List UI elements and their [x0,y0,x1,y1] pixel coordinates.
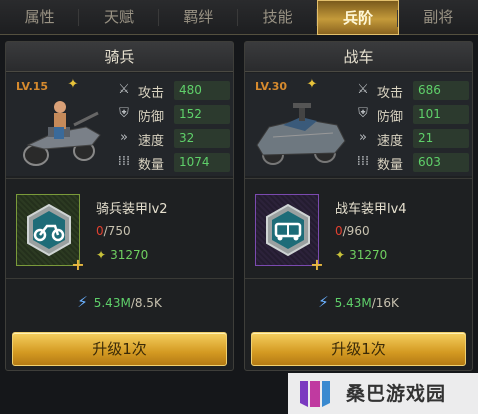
upgrade-button[interactable]: 升级1次 [251,332,466,366]
stats-list: ⚔ 攻击 480 ⛨ 防御 152 » 速度 32 ⁞⁞⁞ 数量 1074 [116,79,230,175]
puzzle-piece-icon: ✦ [335,248,346,262]
add-icon[interactable]: + [71,257,85,273]
speed-icon: » [120,130,128,145]
watermark: 桑巴游戏园 [288,373,478,414]
stat-attack: ⚔ 攻击 686 [355,79,469,103]
armor-slot[interactable]: + [16,194,85,273]
armor-name: 骑兵装甲lv2 [96,202,168,217]
unit-level: LV.15 [16,80,49,93]
tab-skills[interactable]: 技能 [238,0,318,35]
stat-attack: ⚔ 攻击 480 [116,79,230,103]
armor-slot[interactable]: + [255,194,324,273]
divider [6,178,233,179]
unit-level: LV.30 [255,80,288,93]
unit-panel-chariot: 战车 LV.30 ✦ ⚔ 攻击 686 ⛨ 防御 101 » 速度 21 ⁞⁞⁞… [244,41,473,371]
divider [6,278,233,279]
add-icon[interactable]: + [310,257,324,273]
unit-panel-cavalry: 骑兵 LV.15 ✦ ⚔ 攻击 480 ⛨ 防御 152 » 速度 32 ⁞⁞⁞… [5,41,234,371]
tab-bond[interactable]: 羁绊 [159,0,239,35]
armor-cost: ✦ 31270 [96,248,149,262]
stat-label: 数量 [138,158,165,173]
chariot-unit-image [256,103,346,165]
swords-icon: ⚔ [118,82,130,97]
stat-value: 32 [174,129,230,148]
tab-attributes[interactable]: 属性 [0,0,80,35]
stat-label: 攻击 [377,86,404,101]
motorcycle-icon [27,204,71,256]
troops-icon: ⁞⁞⁞ [356,154,370,169]
stats-list: ⚔ 攻击 686 ⛨ 防御 101 » 速度 21 ⁞⁞⁞ 数量 603 [355,79,469,175]
truck-icon [266,204,310,256]
upgrade-button[interactable]: 升级1次 [12,332,227,366]
unit-title: 骑兵 [6,42,233,72]
armor-name: 战车装甲lv4 [335,202,407,217]
divider [245,278,472,279]
watermark-text: 桑巴游戏园 [346,383,447,405]
armor-cost: ✦ 31270 [335,248,388,262]
lightning-icon: ⚡ [318,293,329,311]
stat-count: ⁞⁞⁞ 数量 603 [355,151,469,175]
stat-value: 152 [174,105,230,124]
speed-icon: » [359,130,367,145]
resource-requirement: ⚡ 5.43M/16K [318,293,399,311]
tab-bar: 属性 天赋 羁绊 技能 兵阶 副将 [0,0,478,35]
stat-value: 480 [174,81,230,100]
tab-deputy[interactable]: 副将 [399,0,478,35]
swords-icon: ⚔ [357,82,369,97]
puzzle-piece-icon: ✦ [96,248,107,262]
armor-progress: 0/750 [96,224,131,238]
unit-title: 战车 [245,42,472,72]
stat-label: 速度 [377,134,404,149]
puzzle-piece-icon[interactable]: ✦ [66,78,80,92]
stat-count: ⁞⁞⁞ 数量 1074 [116,151,230,175]
stat-defense: ⛨ 防御 101 [355,103,469,127]
stat-value: 101 [413,105,469,124]
stat-speed: » 速度 32 [116,127,230,151]
troops-icon: ⁞⁞⁞ [117,154,131,169]
stat-value: 603 [413,153,469,172]
site-logo-icon [300,381,330,407]
divider [245,178,472,179]
lightning-icon: ⚡ [77,293,88,311]
stat-value: 686 [413,81,469,100]
stat-value: 21 [413,129,469,148]
resource-requirement: ⚡ 5.43M/8.5K [77,293,162,311]
puzzle-piece-icon[interactable]: ✦ [305,78,319,92]
stat-speed: » 速度 21 [355,127,469,151]
stat-defense: ⛨ 防御 152 [116,103,230,127]
stat-value: 1074 [174,153,230,172]
unit-info: LV.15 ✦ ⚔ 攻击 480 ⛨ 防御 152 » 速度 32 ⁞⁞⁞ 数量… [6,73,233,176]
tab-talent[interactable]: 天赋 [79,0,159,35]
stat-label: 数量 [377,158,404,173]
stat-label: 速度 [138,134,165,149]
unit-info: LV.30 ✦ ⚔ 攻击 686 ⛨ 防御 101 » 速度 21 ⁞⁞⁞ 数量… [245,73,472,176]
armor-progress: 0/960 [335,224,370,238]
tab-troop-rank[interactable]: 兵阶 [317,0,399,35]
cavalry-unit-image [23,101,101,166]
shield-icon: ⛨ [358,106,368,121]
shield-icon: ⛨ [119,106,129,121]
stat-label: 攻击 [138,86,165,101]
stat-label: 防御 [377,110,404,125]
stat-label: 防御 [138,110,165,125]
